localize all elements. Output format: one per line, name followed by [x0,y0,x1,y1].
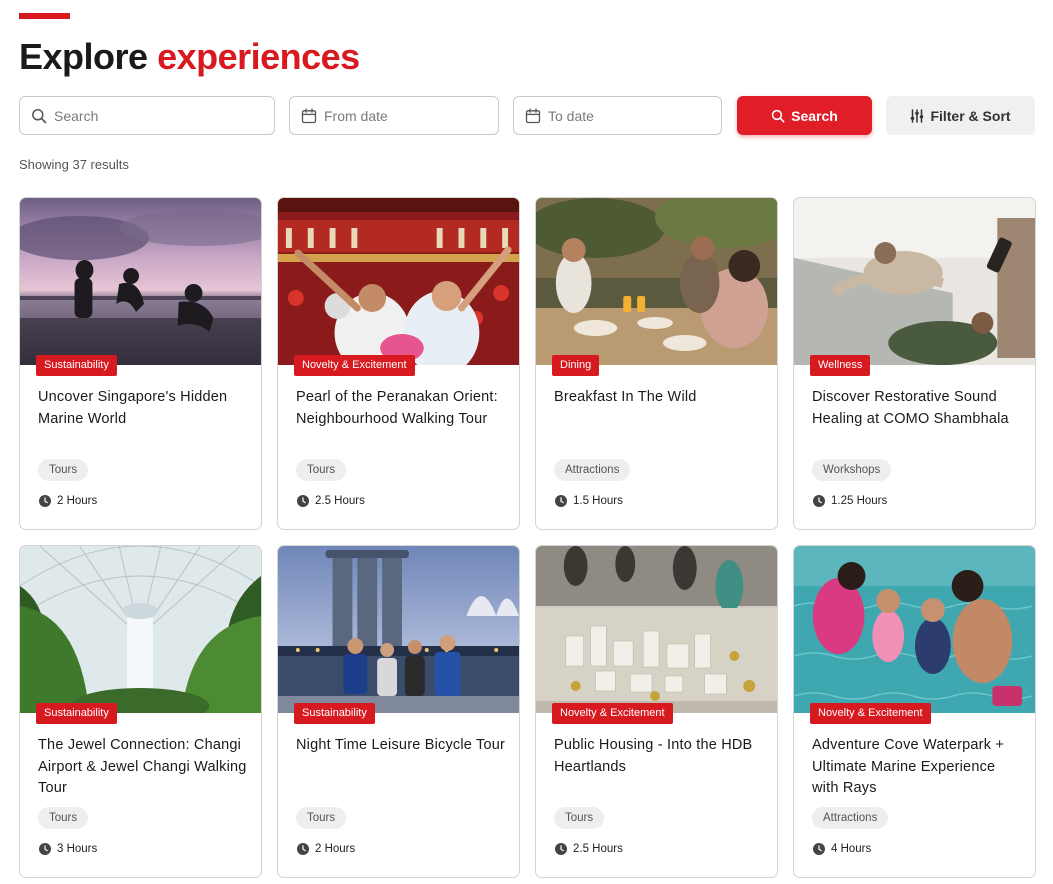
page-title-highlight: experiences [157,36,360,77]
experience-card[interactable]: Novelty & Excitement Public Housing - In… [535,545,778,878]
card-title: Discover Restorative Sound Healing at CO… [812,389,1009,427]
category-badge: Novelty & Excitement [810,703,931,724]
from-date-field[interactable] [289,96,499,135]
duration: 2 Hours [39,495,97,507]
duration-text: 2.5 Hours [573,843,623,855]
clock-icon [813,495,825,507]
duration-text: 2 Hours [315,843,356,855]
search-icon [771,109,785,123]
experience-card[interactable]: Dining Breakfast In The Wild Attractions… [535,197,778,530]
to-date-input[interactable] [548,107,721,124]
duration-text: 3 Hours [57,843,98,855]
experience-card[interactable]: Sustainability Night Time Leisure Bicycl… [277,545,520,878]
experience-photo [794,546,1035,713]
card-title: Breakfast In The Wild [554,389,697,405]
experience-photo [794,198,1035,365]
type-tag: Tours [296,807,347,829]
experience-card[interactable]: Novelty & Excitement Adventure Cove Wate… [793,545,1036,878]
experience-photo [278,546,519,713]
clock-icon [39,495,51,507]
page-title-prefix: Explore [19,36,148,77]
card-title: Adventure Cove Waterpark + Ultimate Mari… [812,737,1005,796]
duration-text: 4 Hours [831,843,872,855]
clock-icon [39,843,51,855]
calendar-icon [525,107,541,123]
clock-icon [555,495,567,507]
to-date-field[interactable] [513,96,722,135]
category-badge: Sustainability [36,355,117,376]
type-tag: Tours [296,459,347,481]
search-button-label: Search [791,107,838,124]
duration: 2.5 Hours [297,495,365,507]
category-badge: Wellness [810,355,871,376]
search-icon [32,108,47,123]
experience-card[interactable]: Sustainability The Jewel Connection: Cha… [19,545,262,878]
category-badge: Novelty & Excitement [294,355,415,376]
duration: 4 Hours [813,843,871,855]
card-title: Night Time Leisure Bicycle Tour [296,737,506,753]
duration: 2.5 Hours [555,843,623,855]
card-title: The Jewel Connection: Changi Airport & J… [38,737,247,796]
category-badge: Sustainability [36,703,117,724]
experience-photo [20,198,261,365]
clock-icon [555,843,567,855]
clock-icon [297,495,309,507]
duration-text: 2 Hours [57,495,98,507]
type-tag: Attractions [812,807,889,829]
experience-photo [278,198,519,365]
duration-text: 1.5 Hours [573,495,623,507]
category-badge: Dining [552,355,600,376]
category-badge: Sustainability [294,703,375,724]
duration: 2 Hours [297,843,355,855]
accent-bar [19,13,70,19]
page-title: Explore experiences [19,36,360,78]
from-date-input[interactable] [324,107,498,124]
card-title: Uncover Singapore's Hidden Marine World [38,389,228,427]
experience-grid: Sustainability Uncover Singapore's Hidde… [19,197,1036,878]
search-input[interactable] [54,107,274,124]
experience-card[interactable]: Sustainability Uncover Singapore's Hidde… [19,197,262,530]
type-tag: Tours [554,807,605,829]
search-button[interactable]: Search [737,96,872,135]
clock-icon [297,843,309,855]
duration: 1.5 Hours [555,495,623,507]
filter-sort-label: Filter & Sort [930,107,1011,124]
duration-text: 2.5 Hours [315,495,365,507]
results-count: Showing 37 results [19,157,129,172]
clock-icon [813,843,825,855]
experience-card[interactable]: Novelty & Excitement Pearl of the Perana… [277,197,520,530]
duration: 1.25 Hours [813,495,887,507]
search-field[interactable] [19,96,275,135]
experience-photo [536,198,777,365]
calendar-icon [301,107,317,123]
duration-text: 1.25 Hours [831,495,888,507]
type-tag: Tours [38,807,89,829]
card-title: Pearl of the Peranakan Orient: Neighbour… [296,389,498,427]
card-title: Public Housing - Into the HDB Heartlands [554,737,753,775]
type-tag: Tours [38,459,89,481]
sliders-icon [911,108,924,123]
experience-photo [20,546,261,713]
type-tag: Attractions [554,459,631,481]
experience-photo [536,546,777,713]
filter-sort-button[interactable]: Filter & Sort [886,96,1035,135]
type-tag: Workshops [812,459,892,481]
category-badge: Novelty & Excitement [552,703,673,724]
experience-card[interactable]: Wellness Discover Restorative Sound Heal… [793,197,1036,530]
duration: 3 Hours [39,843,97,855]
